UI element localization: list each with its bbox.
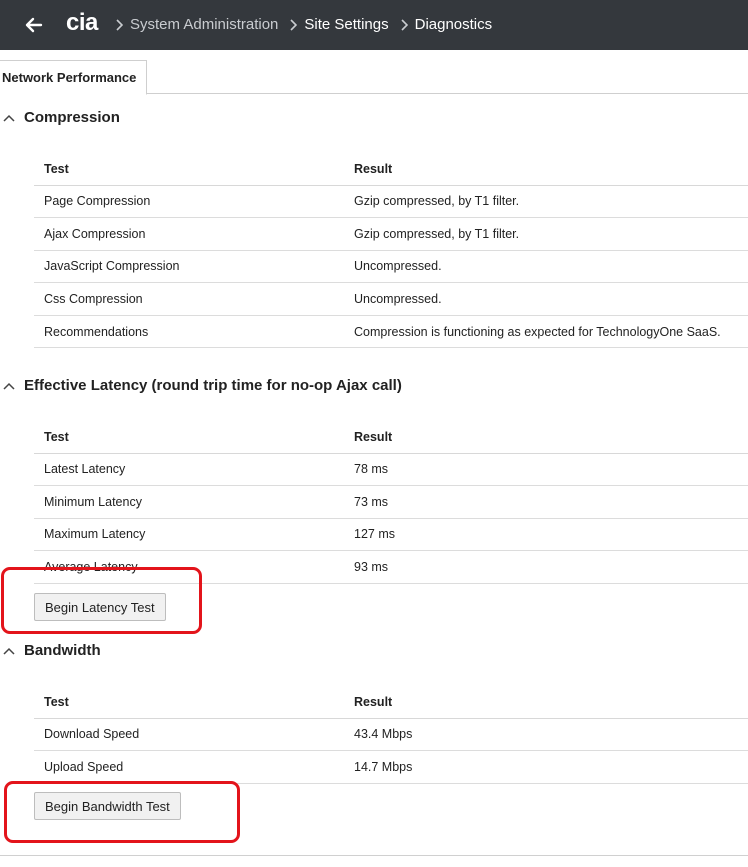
highlight-box	[4, 781, 240, 843]
test-cell: Ajax Compression	[34, 217, 344, 251]
chevron-up-icon	[3, 647, 15, 655]
app-logo[interactable]: cia	[66, 9, 98, 37]
test-cell: Minimum Latency	[34, 485, 344, 519]
result-cell: Gzip compressed, by T1 filter.	[344, 185, 748, 219]
table-row: Css Compression Uncompressed.	[34, 282, 748, 316]
latency-table: Test Result Latest Latency 78 ms Minimum …	[34, 422, 748, 584]
column-header-test: Test	[34, 154, 344, 186]
bandwidth-table: Test Result Download Speed 43.4 Mbps Uplo…	[34, 687, 748, 784]
column-header-result: Result	[344, 422, 748, 454]
result-cell: Uncompressed.	[344, 250, 748, 284]
breadcrumb-system-administration[interactable]: System Administration	[130, 16, 282, 33]
table-row: Latest Latency 78 ms	[34, 453, 748, 487]
breadcrumb-site-settings[interactable]: Site Settings	[304, 16, 392, 33]
table-row: Recommendations Compression is functionin…	[34, 315, 748, 349]
top-bar: cia System Administration Site Settings …	[0, 0, 748, 50]
column-header-result: Result	[344, 154, 748, 186]
chevron-right-icon	[282, 18, 304, 32]
table-row: Minimum Latency 73 ms	[34, 485, 748, 519]
test-cell: Page Compression	[34, 185, 344, 219]
chevron-up-icon	[3, 114, 15, 122]
table-row: Ajax Compression Gzip compressed, by T1 f…	[34, 217, 748, 251]
tab-network-performance[interactable]: Network Performance	[0, 60, 148, 95]
result-cell: 14.7 Mbps	[344, 750, 748, 784]
result-cell: Uncompressed.	[344, 282, 748, 316]
chevron-right-icon	[108, 18, 130, 32]
table-header-row: Test Result	[34, 687, 748, 719]
table-row: JavaScript Compression Uncompressed.	[34, 250, 748, 284]
table-row: Maximum Latency 127 ms	[34, 518, 748, 552]
column-header-test: Test	[34, 422, 344, 454]
divider	[0, 855, 748, 856]
section-title: Bandwidth	[24, 642, 101, 659]
section-header-bandwidth[interactable]: Bandwidth	[0, 642, 101, 659]
section-header-latency[interactable]: Effective Latency (round trip time for n…	[0, 377, 402, 394]
result-cell: 73 ms	[344, 485, 748, 519]
test-cell: Css Compression	[34, 282, 344, 316]
back-arrow-icon[interactable]	[22, 13, 46, 37]
table-header-row: Test Result	[34, 154, 748, 186]
result-cell: Compression is functioning as expected f…	[344, 315, 748, 349]
test-cell: Recommendations	[34, 315, 344, 349]
test-cell: Maximum Latency	[34, 518, 344, 552]
section-header-compression[interactable]: Compression	[0, 109, 120, 126]
chevron-right-icon	[393, 18, 415, 32]
table-row: Upload Speed 14.7 Mbps	[34, 750, 748, 784]
breadcrumb: System Administration Site Settings Diag…	[108, 16, 496, 33]
result-cell: Gzip compressed, by T1 filter.	[344, 217, 748, 251]
tab-bar: Network Performance	[0, 60, 748, 95]
table-row: Page Compression Gzip compressed, by T1 f…	[34, 185, 748, 219]
chevron-up-icon	[3, 382, 15, 390]
column-header-test: Test	[34, 687, 344, 719]
test-cell: JavaScript Compression	[34, 250, 344, 284]
highlight-box	[1, 567, 202, 634]
test-cell: Latest Latency	[34, 453, 344, 487]
compression-table: Test Result Page Compression Gzip compres…	[34, 154, 748, 349]
test-cell: Download Speed	[34, 718, 344, 752]
test-cell: Upload Speed	[34, 750, 344, 784]
table-row: Download Speed 43.4 Mbps	[34, 718, 748, 752]
breadcrumb-diagnostics: Diagnostics	[414, 16, 493, 33]
result-cell: 127 ms	[344, 518, 748, 552]
section-title: Effective Latency (round trip time for n…	[24, 377, 402, 394]
section-title: Compression	[24, 109, 120, 126]
table-header-row: Test Result	[34, 422, 748, 454]
result-cell: 78 ms	[344, 453, 748, 487]
result-cell: 43.4 Mbps	[344, 718, 748, 752]
column-header-result: Result	[344, 687, 748, 719]
result-cell: 93 ms	[344, 550, 748, 584]
